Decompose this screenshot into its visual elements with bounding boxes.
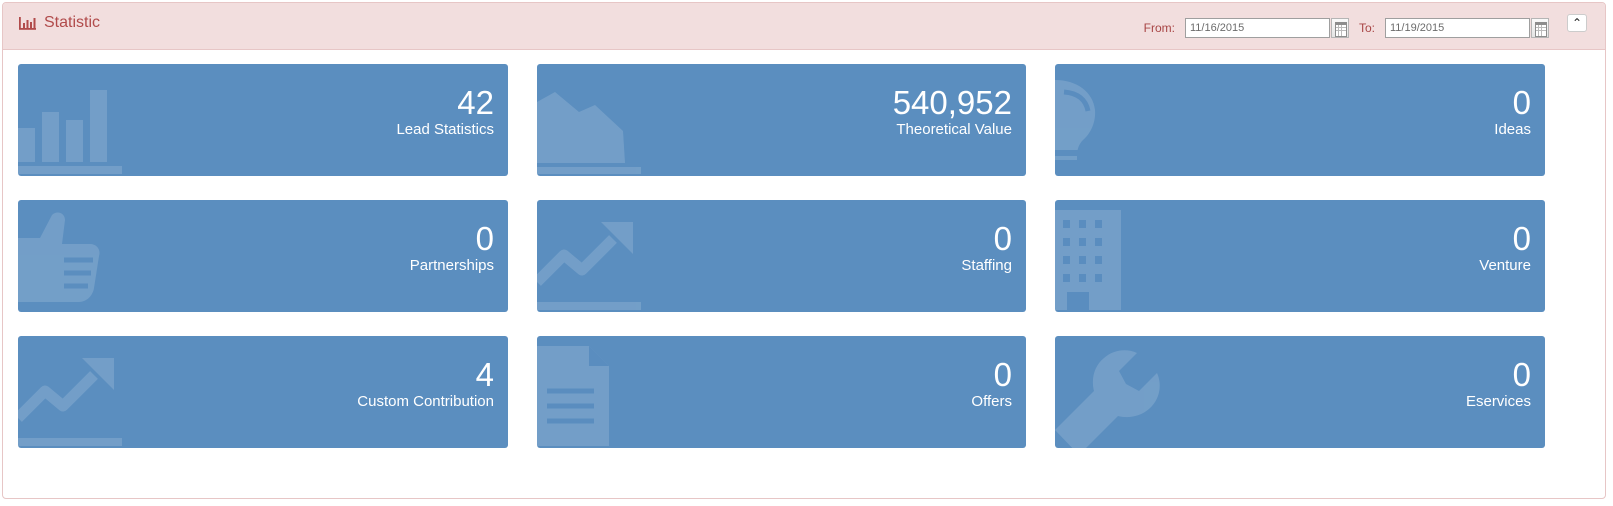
tile-label: Theoretical Value	[896, 121, 1012, 138]
to-date-field	[1385, 18, 1549, 38]
from-date-field	[1184, 18, 1349, 38]
bar-chart-icon	[19, 16, 36, 30]
panel-title: Statistic	[44, 14, 101, 31]
trending-up-icon	[537, 210, 645, 312]
statistics-tiles-grid: 42 Lead Statistics 540,952 Theoretical V…	[18, 64, 1545, 448]
bar-chart-icon	[18, 74, 126, 176]
tile-offers[interactable]: 0 Offers	[537, 336, 1026, 448]
tile-eservices[interactable]: 0 Eservices	[1055, 336, 1545, 448]
tile-lead-statistics[interactable]: 42 Lead Statistics	[18, 64, 508, 176]
to-date-input[interactable]	[1385, 18, 1530, 38]
tile-venture[interactable]: 0 Venture	[1055, 200, 1545, 312]
calendar-icon[interactable]	[1330, 18, 1349, 38]
trending-up-icon	[18, 346, 126, 448]
tile-label: Eservices	[1465, 393, 1531, 410]
tile-custom-contribution[interactable]: 4 Custom Contribution	[18, 336, 508, 448]
tile-partnerships[interactable]: 0 Partnerships	[18, 200, 508, 312]
from-date-input[interactable]	[1184, 18, 1330, 38]
date-range-controls: From: To:	[1144, 18, 1549, 38]
tile-label: Staffing	[961, 257, 1012, 274]
tile-label: Ideas	[1494, 121, 1531, 138]
tile-value: 4	[475, 356, 494, 393]
lightbulb-icon	[1055, 74, 1163, 176]
from-label: From:	[1143, 21, 1175, 35]
tile-value: 0	[993, 356, 1012, 393]
wrench-icon	[1055, 346, 1163, 448]
to-label: To:	[1358, 21, 1375, 35]
tile-value: 0	[475, 220, 494, 257]
tile-value: 0	[1512, 356, 1531, 393]
tile-value: 42	[457, 84, 494, 121]
thumbs-up-icon	[18, 210, 126, 312]
area-chart-icon	[537, 74, 645, 176]
panel-title-group: Statistic	[19, 14, 100, 32]
tile-label: Partnerships	[409, 257, 494, 274]
collapse-button[interactable]: ⌃	[1567, 14, 1587, 32]
tile-value: 0	[993, 220, 1012, 257]
tile-label: Lead Statistics	[396, 121, 494, 138]
building-icon	[1055, 210, 1163, 312]
tile-theoretical-value[interactable]: 540,952 Theoretical Value	[537, 64, 1026, 176]
tile-label: Venture	[1479, 257, 1531, 274]
tile-label: Custom Contribution	[357, 393, 494, 410]
tile-value: 540,952	[892, 84, 1012, 121]
document-icon	[537, 346, 645, 448]
tile-value: 0	[1512, 220, 1531, 257]
panel-header: Statistic From: To: ⌃	[3, 3, 1605, 50]
tile-value: 0	[1512, 84, 1531, 121]
tile-label: Offers	[971, 393, 1012, 410]
tile-ideas[interactable]: 0 Ideas	[1055, 64, 1545, 176]
chevron-up-icon: ⌃	[1571, 16, 1583, 30]
calendar-icon[interactable]	[1531, 18, 1549, 38]
statistic-panel: Statistic From: To: ⌃	[2, 2, 1606, 499]
tile-staffing[interactable]: 0 Staffing	[537, 200, 1026, 312]
